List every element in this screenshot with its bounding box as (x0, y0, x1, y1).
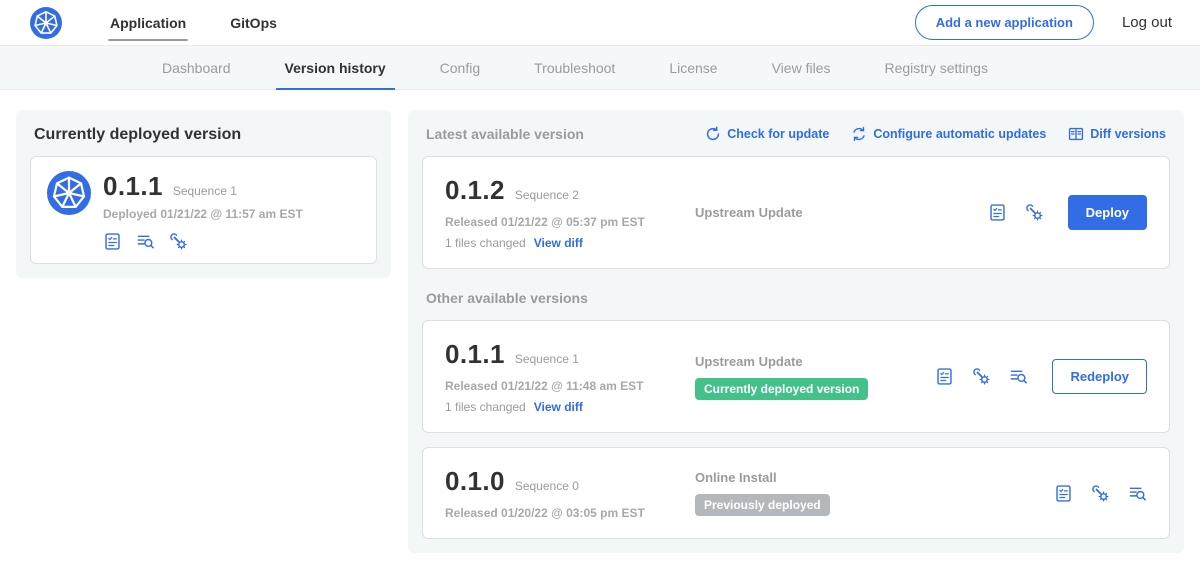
version-history-panel: Latest available version Check for updat… (408, 110, 1184, 553)
currently-deployed-badge: Currently deployed version (695, 378, 868, 400)
deploy-logs-icon[interactable] (136, 232, 155, 251)
check-for-update-link[interactable]: Check for update (705, 126, 829, 142)
edit-config-icon[interactable] (169, 232, 188, 251)
version-card: 0.1.0 Sequence 0 Released 01/20/22 @ 03:… (422, 447, 1170, 539)
sequence-label: Sequence 2 (515, 188, 579, 202)
subnav-item-view-files[interactable]: View files (745, 46, 858, 89)
configure-automatic-updates-link[interactable]: Configure automatic updates (851, 126, 1046, 142)
deployed-sequence-label: Sequence 1 (173, 184, 237, 198)
redeploy-button[interactable]: Redeploy (1052, 359, 1147, 394)
version-card: 0.1.1 Sequence 1 Released 01/21/22 @ 11:… (422, 320, 1170, 433)
subnav-label: Registry settings (884, 60, 987, 76)
version-actions: Check for update Configure automatic upd… (705, 126, 1166, 142)
subnav-label: Dashboard (162, 60, 231, 76)
deployed-version-number: 0.1.1 (103, 171, 163, 202)
subnav-label: View files (772, 60, 831, 76)
release-notes-icon[interactable] (988, 203, 1007, 222)
edit-config-icon[interactable] (1091, 484, 1110, 503)
subnav-label: Troubleshoot (534, 60, 615, 76)
version-number: 0.1.0 (445, 466, 505, 497)
files-changed-label: 1 files changed (445, 236, 526, 250)
previously-deployed-badge: Previously deployed (695, 494, 830, 516)
view-diff-link[interactable]: View diff (534, 400, 583, 414)
deploy-logs-icon[interactable] (1009, 367, 1028, 386)
check-for-update-label: Check for update (727, 127, 829, 141)
logout-button[interactable]: Log out (1122, 14, 1172, 31)
diff-versions-link[interactable]: Diff versions (1068, 126, 1166, 142)
version-card-latest: 0.1.2 Sequence 2 Released 01/21/22 @ 05:… (422, 156, 1170, 269)
view-diff-link[interactable]: View diff (534, 236, 583, 250)
currently-deployed-panel: Currently deployed version (16, 110, 391, 278)
subnav-item-troubleshoot[interactable]: Troubleshoot (507, 46, 642, 89)
deployed-timestamp: Deployed 01/21/22 @ 11:57 am EST (103, 207, 303, 221)
latest-available-title: Latest available version (426, 126, 584, 142)
subnav-label: Config (440, 60, 480, 76)
tab-application[interactable]: Application (96, 0, 200, 46)
edit-config-icon[interactable] (972, 367, 991, 386)
deployed-version-card: 0.1.1 Sequence 1 Deployed 01/21/22 @ 11:… (30, 156, 377, 264)
release-notes-icon[interactable] (103, 232, 122, 251)
subnav-item-registry-settings[interactable]: Registry settings (857, 46, 1014, 89)
released-timestamp: Released 01/21/22 @ 11:48 am EST (445, 379, 695, 393)
subnav-label: Version history (285, 60, 386, 76)
version-source: Upstream Update (695, 205, 988, 220)
topbar-right: Add a new application Log out (915, 5, 1172, 40)
refresh-icon (705, 126, 721, 142)
released-timestamp: Released 01/21/22 @ 05:37 pm EST (445, 215, 695, 229)
version-source: Upstream Update (695, 354, 935, 369)
version-number: 0.1.2 (445, 175, 505, 206)
deploy-button[interactable]: Deploy (1068, 195, 1147, 230)
deploy-logs-icon[interactable] (1128, 484, 1147, 503)
diff-versions-label: Diff versions (1090, 127, 1166, 141)
sequence-label: Sequence 0 (515, 479, 579, 493)
main-content: Currently deployed version (0, 90, 1200, 573)
top-tabs: Application GitOps (96, 0, 307, 46)
subnav-item-version-history[interactable]: Version history (258, 46, 413, 89)
version-number: 0.1.1 (445, 339, 505, 370)
diff-versions-icon (1068, 126, 1084, 142)
release-notes-icon[interactable] (935, 367, 954, 386)
sequence-label: Sequence 1 (515, 352, 579, 366)
subnav-item-config[interactable]: Config (413, 46, 507, 89)
app-icon (47, 171, 91, 215)
subnav-item-dashboard[interactable]: Dashboard (135, 46, 258, 89)
tab-gitops[interactable]: GitOps (216, 0, 291, 46)
configure-automatic-updates-label: Configure automatic updates (873, 127, 1046, 141)
kubernetes-logo (30, 7, 62, 39)
subnav-item-license[interactable]: License (642, 46, 744, 89)
tab-application-label: Application (110, 15, 186, 31)
app-subnav: Dashboard Version history Config Trouble… (0, 46, 1200, 90)
release-notes-icon[interactable] (1054, 484, 1073, 503)
deployed-panel-title: Currently deployed version (30, 124, 377, 156)
released-timestamp: Released 01/20/22 @ 03:05 pm EST (445, 506, 695, 520)
edit-config-icon[interactable] (1025, 203, 1044, 222)
tab-gitops-label: GitOps (230, 15, 277, 31)
other-versions-title: Other available versions (422, 269, 1170, 320)
subnav-label: License (669, 60, 717, 76)
files-changed-label: 1 files changed (445, 400, 526, 414)
top-nav: Application GitOps Add a new application… (0, 0, 1200, 46)
add-application-button[interactable]: Add a new application (915, 5, 1094, 40)
auto-update-icon (851, 126, 867, 142)
deployed-version-info: 0.1.1 Sequence 1 Deployed 01/21/22 @ 11:… (103, 171, 303, 251)
version-source: Online Install (695, 470, 1054, 485)
